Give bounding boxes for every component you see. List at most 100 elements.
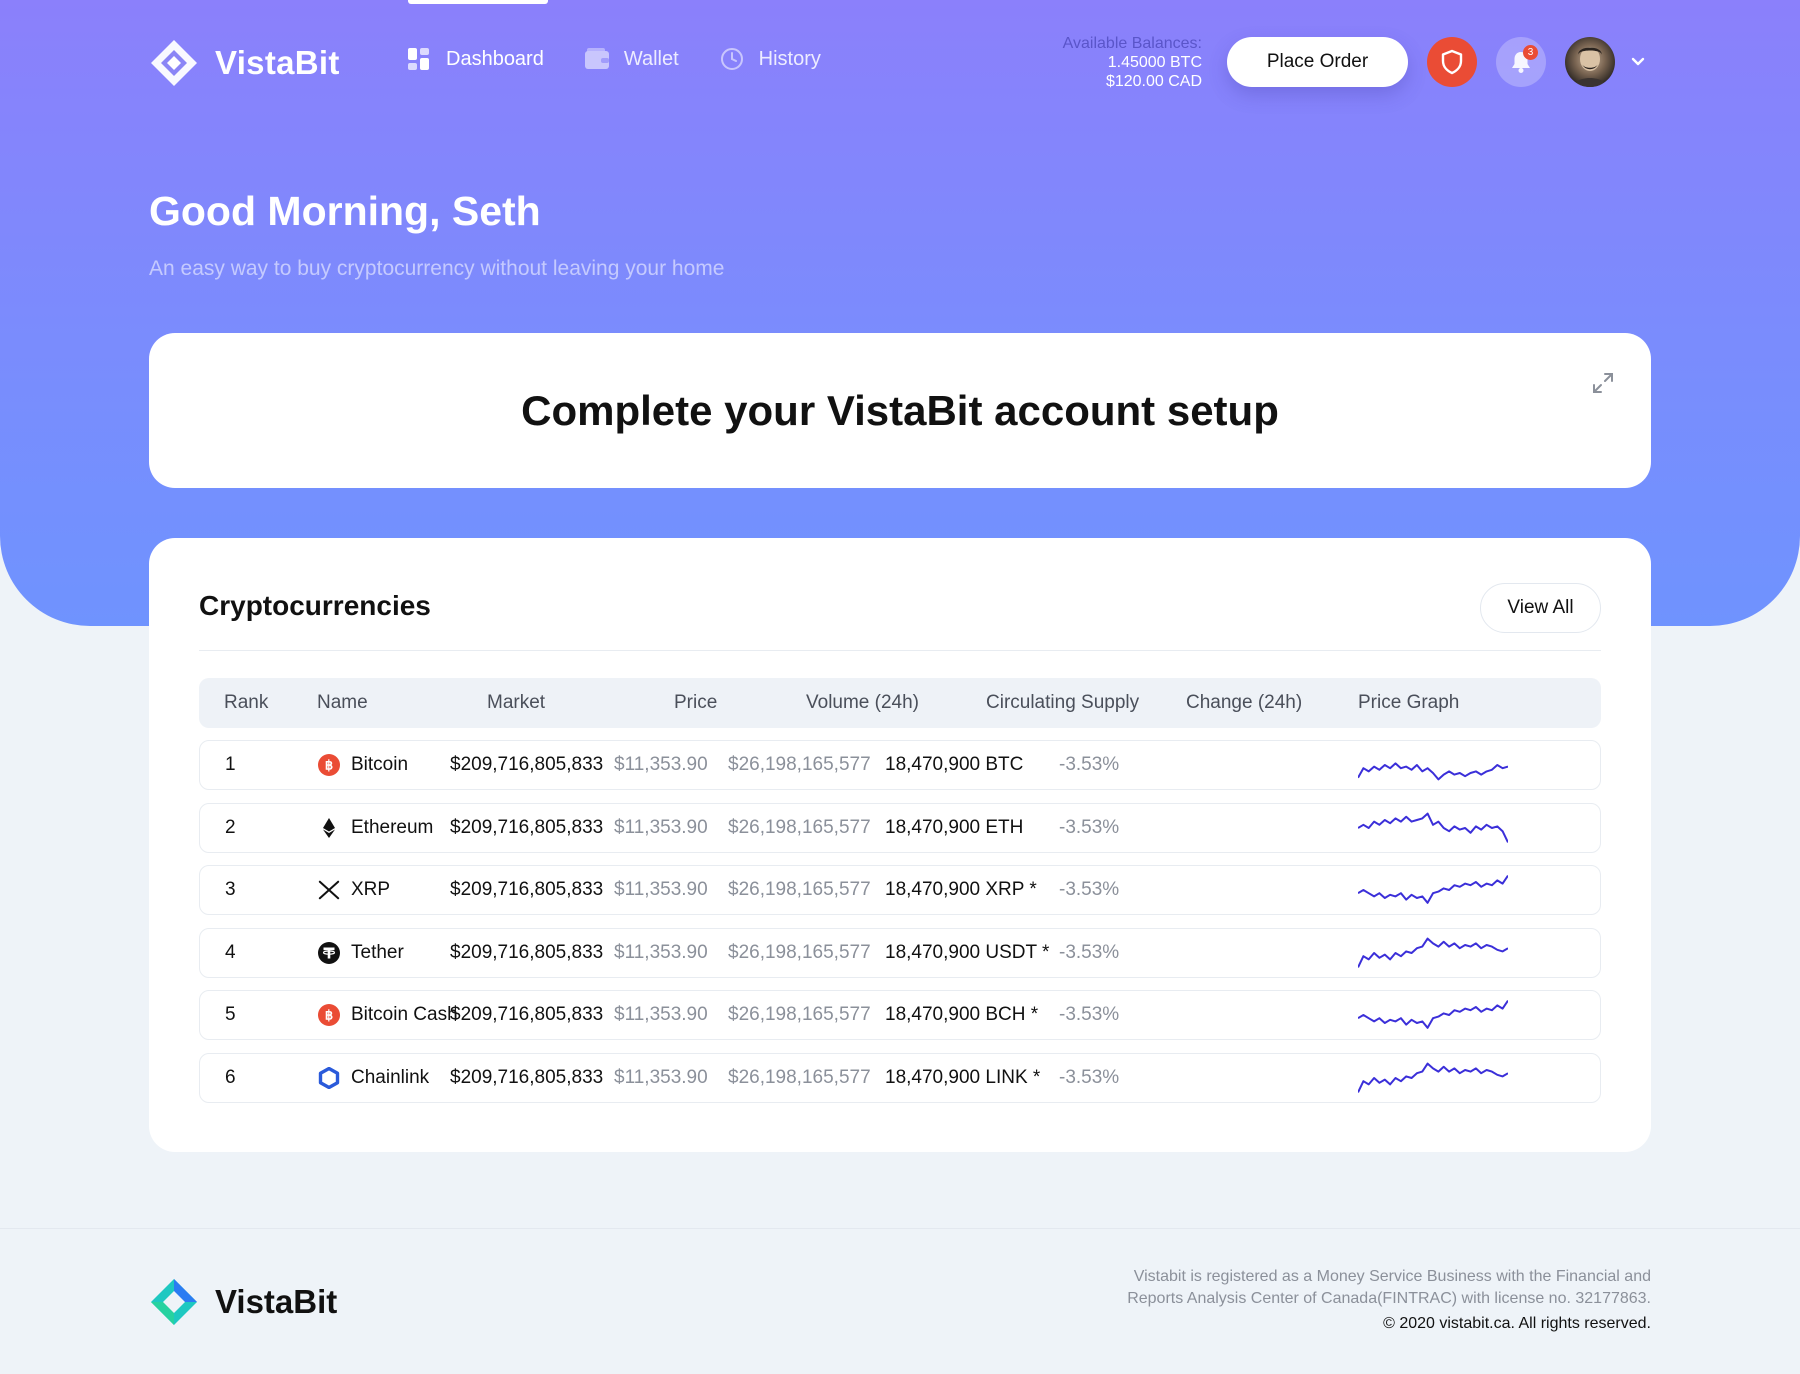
place-order-button[interactable]: Place Order (1227, 37, 1408, 87)
cell-supply: 18,470,900 BTC (885, 754, 1024, 775)
cell-volume: $26,198,165,577 (728, 816, 871, 838)
cell-change: -3.53% (1059, 879, 1120, 900)
cell-market: $209,716,805,833 (450, 754, 604, 775)
account-setup-card[interactable]: Complete your VistaBit account setup (149, 333, 1651, 488)
brand-name: VistaBit (215, 44, 340, 81)
cell-name: ฿ Bitcoin (318, 741, 408, 789)
avatar-image (1573, 47, 1607, 87)
vistabit-logo-icon (151, 1279, 197, 1325)
cell-change: -3.53% (1059, 1066, 1120, 1088)
table-row[interactable]: 3 XRP $209,716,805,833 $11,353.90 $26,198,16… (199, 865, 1601, 915)
cell-price: $11,353.90 (614, 816, 708, 838)
table-row[interactable]: 4 Tether $209,716,805,833 $11,353.90 $26,198… (199, 927, 1601, 978)
user-avatar[interactable] (1565, 37, 1615, 87)
cell-volume: $26,198,165,577 (728, 1004, 871, 1025)
cell-rank: 6 (225, 1066, 236, 1088)
page-greeting: Good Morning, Seth (149, 188, 541, 234)
top-navigation-bar: VistaBit Dashboard Wallet History Availa… (0, 0, 1800, 125)
cell-market: $209,716,805,833 (450, 816, 604, 838)
footer-divider (0, 1228, 1800, 1229)
expand-icon[interactable] (1591, 371, 1615, 395)
balances-label: Available Balances: (1062, 35, 1202, 52)
sparkline-path (1358, 1000, 1508, 1029)
cell-volume: $26,198,165,577 (728, 941, 871, 963)
shield-icon (1441, 49, 1463, 75)
cell-price: $11,353.90 (614, 879, 708, 900)
cell-supply: 18,470,900 USDT * (885, 941, 1050, 963)
column-header-volume: Volume (24h) (806, 692, 920, 713)
sparkline-path (1358, 762, 1508, 781)
table-row[interactable]: 2 Ethereum $209,716,805,833 $11,353.90 $26,1… (199, 802, 1601, 853)
cell-price: $11,353.90 (614, 1004, 708, 1025)
footer-legal-text: Vistabit is registered as a Money Servic… (1127, 1266, 1651, 1310)
cell-price: $11,353.90 (614, 754, 708, 775)
nav-label-history: History (758, 47, 821, 70)
cell-name: Ethereum (318, 804, 433, 852)
card-divider (199, 650, 1601, 651)
cell-volume: $26,198,165,577 (728, 754, 871, 775)
table-row[interactable]: 6 Chainlink $209,716,805,833 $11,353.90 $26,… (199, 1052, 1601, 1103)
view-all-button[interactable]: View All (1480, 583, 1601, 633)
cryptocurrencies-card: Cryptocurrencies View All Rank Name Mark… (149, 538, 1651, 1152)
nav-item-history[interactable]: History (719, 46, 821, 72)
history-icon (719, 46, 745, 72)
nav-item-dashboard[interactable]: Dashboard (406, 46, 544, 72)
sparkline-path (1358, 812, 1508, 843)
sparkline-path (1358, 875, 1508, 904)
cell-market: $209,716,805,833 (450, 1066, 604, 1088)
brand-logo[interactable]: VistaBit (149, 38, 340, 88)
balance-cad: $120.00 CAD (1105, 73, 1202, 90)
footer-legal-line-1: Vistabit is registered as a Money Servic… (1133, 1268, 1651, 1285)
coin-name: XRP (351, 879, 391, 900)
cell-change: -3.53% (1059, 941, 1120, 963)
price-sparkline (1358, 875, 1508, 904)
chevron-down-icon (1631, 57, 1645, 66)
cell-change: -3.53% (1059, 754, 1120, 775)
cell-name: Chainlink (318, 1054, 429, 1102)
cell-price: $11,353.90 (614, 1066, 708, 1088)
account-menu-toggle[interactable] (1628, 52, 1648, 72)
table-row[interactable]: 1 ฿ Bitcoin $209,716,805,833 $11,353.90 $26,1… (199, 740, 1601, 790)
notification-badge: 3 (1523, 45, 1538, 60)
notifications-button[interactable]: 3 (1496, 37, 1546, 87)
table-row[interactable]: 5 ฿ Bitcoin Cash $209,716,805,833 $11,353.90… (199, 990, 1601, 1040)
available-balances: Available Balances: 1.45000 BTC $120.00 … (1063, 34, 1202, 91)
column-header-change: Change (24h) (1186, 692, 1303, 713)
column-header-name: Name (317, 692, 368, 713)
active-nav-indicator (408, 0, 548, 4)
svg-text:฿: ฿ (325, 758, 333, 773)
cell-market: $209,716,805,833 (450, 879, 604, 900)
coin-name: Chainlink (351, 1066, 430, 1088)
security-button[interactable] (1427, 37, 1477, 87)
price-sparkline (1358, 812, 1508, 843)
column-header-market: Market (487, 692, 546, 713)
price-sparkline (1358, 762, 1508, 781)
xrp-icon (318, 879, 340, 901)
cell-name: Tether (318, 929, 404, 977)
balance-btc: 1.45000 BTC (1107, 54, 1202, 71)
column-header-rank: Rank (224, 692, 269, 713)
cell-market: $209,716,805,833 (450, 1004, 604, 1025)
cell-supply: 18,470,900 ETH (885, 816, 1024, 838)
coin-name: Bitcoin Cash (351, 1004, 458, 1025)
footer-logo[interactable]: VistaBit (149, 1277, 337, 1327)
cell-volume: $26,198,165,577 (728, 879, 871, 900)
nav-label-wallet: Wallet (623, 47, 679, 70)
cell-rank: 5 (225, 1004, 236, 1025)
wallet-icon (584, 46, 610, 72)
sparkline-path (1358, 1062, 1508, 1093)
cell-name: XRP (318, 866, 390, 914)
sparkline-path (1358, 937, 1508, 968)
tether-icon (318, 941, 340, 964)
nav-item-wallet[interactable]: Wallet (584, 46, 679, 72)
cell-market: $209,716,805,833 (450, 941, 604, 963)
cell-rank: 4 (225, 941, 236, 963)
dashboard-icon (406, 46, 432, 72)
cell-rank: 3 (225, 879, 236, 900)
cell-name: ฿ Bitcoin Cash (318, 991, 458, 1039)
table-header: Rank Name Market Price Volume (24h) Circ… (199, 678, 1601, 728)
cell-rank: 1 (225, 754, 236, 775)
cell-volume: $26,198,165,577 (728, 1066, 871, 1088)
price-sparkline (1358, 1000, 1508, 1029)
cell-supply: 18,470,900 BCH * (885, 1004, 1039, 1025)
